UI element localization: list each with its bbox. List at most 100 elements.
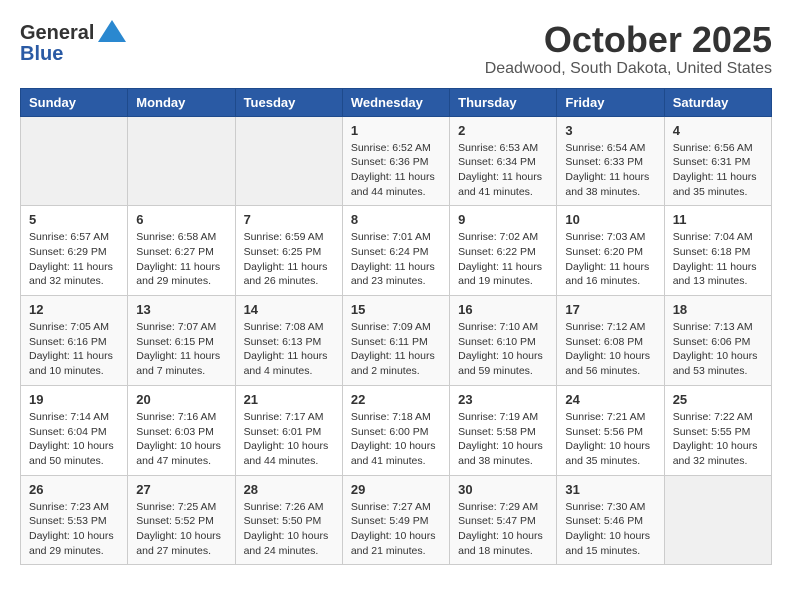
calendar-cell: 8 Sunrise: 7:01 AM Sunset: 6:24 PM Daylig… [342, 206, 449, 296]
day-number: 19 [29, 392, 119, 407]
day-number: 15 [351, 302, 441, 317]
calendar-cell: 5Sunrise: 6:57 AM Sunset: 6:29 PM Daylig… [21, 206, 128, 296]
day-info: Sunrise: 6:54 AM Sunset: 6:33 PM Dayligh… [565, 141, 655, 200]
calendar-cell: 15 Sunrise: 7:09 AM Sunset: 6:11 PM Dayli… [342, 296, 449, 386]
calendar-cell [235, 116, 342, 206]
day-number: 4 [673, 123, 763, 138]
calendar-cell: 26 Sunrise: 7:23 AM Sunset: 5:53 PM Dayli… [21, 475, 128, 565]
calendar-cell: 18Sunrise: 7:13 AM Sunset: 6:06 PM Dayli… [664, 296, 771, 386]
day-info: Sunrise: 7:16 AM Sunset: 6:03 PM Dayligh… [136, 410, 226, 469]
day-info: Sunrise: 7:09 AM Sunset: 6:11 PM Dayligh… [351, 320, 441, 379]
day-number: 17 [565, 302, 655, 317]
week-row-4: 26 Sunrise: 7:23 AM Sunset: 5:53 PM Dayli… [21, 475, 772, 565]
day-info: Sunrise: 7:08 AM Sunset: 6:13 PM Dayligh… [244, 320, 334, 379]
calendar-cell: 10 Sunrise: 7:03 AM Sunset: 6:20 PM Dayli… [557, 206, 664, 296]
calendar-cell: 22 Sunrise: 7:18 AM Sunset: 6:00 PM Dayli… [342, 385, 449, 475]
day-number: 3 [565, 123, 655, 138]
day-info: Sunrise: 7:12 AM Sunset: 6:08 PM Dayligh… [565, 320, 655, 379]
day-number: 20 [136, 392, 226, 407]
day-number: 6 [136, 212, 226, 227]
calendar-cell: 24Sunrise: 7:21 AM Sunset: 5:56 PM Dayli… [557, 385, 664, 475]
day-info: Sunrise: 7:07 AM Sunset: 6:15 PM Dayligh… [136, 320, 226, 379]
weekday-header-monday: Monday [128, 88, 235, 116]
day-info: Sunrise: 7:10 AM Sunset: 6:10 PM Dayligh… [458, 320, 548, 379]
day-info: Sunrise: 6:59 AM Sunset: 6:25 PM Dayligh… [244, 230, 334, 289]
day-number: 26 [29, 482, 119, 497]
calendar-cell: 30Sunrise: 7:29 AM Sunset: 5:47 PM Dayli… [450, 475, 557, 565]
day-info: Sunrise: 7:30 AM Sunset: 5:46 PM Dayligh… [565, 500, 655, 559]
logo: General Blue [20, 20, 126, 66]
day-number: 2 [458, 123, 548, 138]
day-info: Sunrise: 7:22 AM Sunset: 5:55 PM Dayligh… [673, 410, 763, 469]
logo-arrow-icon [98, 20, 126, 47]
day-info: Sunrise: 6:57 AM Sunset: 6:29 PM Dayligh… [29, 230, 119, 289]
calendar-cell: 11Sunrise: 7:04 AM Sunset: 6:18 PM Dayli… [664, 206, 771, 296]
day-info: Sunrise: 7:01 AM Sunset: 6:24 PM Dayligh… [351, 230, 441, 289]
calendar-cell: 16 Sunrise: 7:10 AM Sunset: 6:10 PM Dayli… [450, 296, 557, 386]
day-info: Sunrise: 6:56 AM Sunset: 6:31 PM Dayligh… [673, 141, 763, 200]
calendar-cell: 9 Sunrise: 7:02 AM Sunset: 6:22 PM Daylig… [450, 206, 557, 296]
day-number: 21 [244, 392, 334, 407]
day-number: 22 [351, 392, 441, 407]
day-info: Sunrise: 7:23 AM Sunset: 5:53 PM Dayligh… [29, 500, 119, 559]
day-info: Sunrise: 7:25 AM Sunset: 5:52 PM Dayligh… [136, 500, 226, 559]
day-info: Sunrise: 7:26 AM Sunset: 5:50 PM Dayligh… [244, 500, 334, 559]
calendar-cell: 29 Sunrise: 7:27 AM Sunset: 5:49 PM Dayli… [342, 475, 449, 565]
day-number: 1 [351, 123, 441, 138]
calendar-cell: 6 Sunrise: 6:58 AM Sunset: 6:27 PM Daylig… [128, 206, 235, 296]
weekday-header-row: SundayMondayTuesdayWednesdayThursdayFrid… [21, 88, 772, 116]
day-number: 16 [458, 302, 548, 317]
day-info: Sunrise: 7:05 AM Sunset: 6:16 PM Dayligh… [29, 320, 119, 379]
calendar-cell [664, 475, 771, 565]
day-number: 31 [565, 482, 655, 497]
day-number: 18 [673, 302, 763, 317]
day-number: 28 [244, 482, 334, 497]
day-info: Sunrise: 7:27 AM Sunset: 5:49 PM Dayligh… [351, 500, 441, 559]
week-row-3: 19 Sunrise: 7:14 AM Sunset: 6:04 PM Dayli… [21, 385, 772, 475]
calendar-cell: 2 Sunrise: 6:53 AM Sunset: 6:34 PM Daylig… [450, 116, 557, 206]
weekday-header-friday: Friday [557, 88, 664, 116]
weekday-header-saturday: Saturday [664, 88, 771, 116]
calendar-cell: 31 Sunrise: 7:30 AM Sunset: 5:46 PM Dayli… [557, 475, 664, 565]
day-number: 25 [673, 392, 763, 407]
header: General Blue October 2025 Deadwood, Sout… [20, 20, 772, 78]
day-number: 10 [565, 212, 655, 227]
calendar-cell: 4 Sunrise: 6:56 AM Sunset: 6:31 PM Daylig… [664, 116, 771, 206]
calendar-cell: 27 Sunrise: 7:25 AM Sunset: 5:52 PM Dayli… [128, 475, 235, 565]
location-title: Deadwood, South Dakota, United States [485, 60, 772, 78]
week-row-2: 12 Sunrise: 7:05 AM Sunset: 6:16 PM Dayli… [21, 296, 772, 386]
weekday-header-wednesday: Wednesday [342, 88, 449, 116]
day-info: Sunrise: 7:02 AM Sunset: 6:22 PM Dayligh… [458, 230, 548, 289]
day-number: 29 [351, 482, 441, 497]
day-number: 27 [136, 482, 226, 497]
day-info: Sunrise: 7:18 AM Sunset: 6:00 PM Dayligh… [351, 410, 441, 469]
day-info: Sunrise: 7:03 AM Sunset: 6:20 PM Dayligh… [565, 230, 655, 289]
day-info: Sunrise: 6:53 AM Sunset: 6:34 PM Dayligh… [458, 141, 548, 200]
day-info: Sunrise: 7:29 AM Sunset: 5:47 PM Dayligh… [458, 500, 548, 559]
month-title: October 2025 [485, 20, 772, 60]
week-row-1: 5Sunrise: 6:57 AM Sunset: 6:29 PM Daylig… [21, 206, 772, 296]
calendar-table: SundayMondayTuesdayWednesdayThursdayFrid… [20, 88, 772, 566]
title-area: October 2025 Deadwood, South Dakota, Uni… [485, 20, 772, 78]
day-number: 8 [351, 212, 441, 227]
day-number: 12 [29, 302, 119, 317]
day-info: Sunrise: 7:14 AM Sunset: 6:04 PM Dayligh… [29, 410, 119, 469]
calendar-cell: 1Sunrise: 6:52 AM Sunset: 6:36 PM Daylig… [342, 116, 449, 206]
day-info: Sunrise: 7:17 AM Sunset: 6:01 PM Dayligh… [244, 410, 334, 469]
calendar-cell: 7 Sunrise: 6:59 AM Sunset: 6:25 PM Daylig… [235, 206, 342, 296]
day-number: 7 [244, 212, 334, 227]
day-number: 9 [458, 212, 548, 227]
day-info: Sunrise: 6:58 AM Sunset: 6:27 PM Dayligh… [136, 230, 226, 289]
weekday-header-thursday: Thursday [450, 88, 557, 116]
day-number: 14 [244, 302, 334, 317]
calendar-cell: 13Sunrise: 7:07 AM Sunset: 6:15 PM Dayli… [128, 296, 235, 386]
day-number: 23 [458, 392, 548, 407]
logo-blue-label: Blue [20, 43, 63, 66]
calendar-cell: 12 Sunrise: 7:05 AM Sunset: 6:16 PM Dayli… [21, 296, 128, 386]
calendar-cell: 14 Sunrise: 7:08 AM Sunset: 6:13 PM Dayli… [235, 296, 342, 386]
weekday-header-sunday: Sunday [21, 88, 128, 116]
calendar-cell: 20 Sunrise: 7:16 AM Sunset: 6:03 PM Dayli… [128, 385, 235, 475]
calendar-cell: 23Sunrise: 7:19 AM Sunset: 5:58 PM Dayli… [450, 385, 557, 475]
calendar-cell [21, 116, 128, 206]
weekday-header-tuesday: Tuesday [235, 88, 342, 116]
